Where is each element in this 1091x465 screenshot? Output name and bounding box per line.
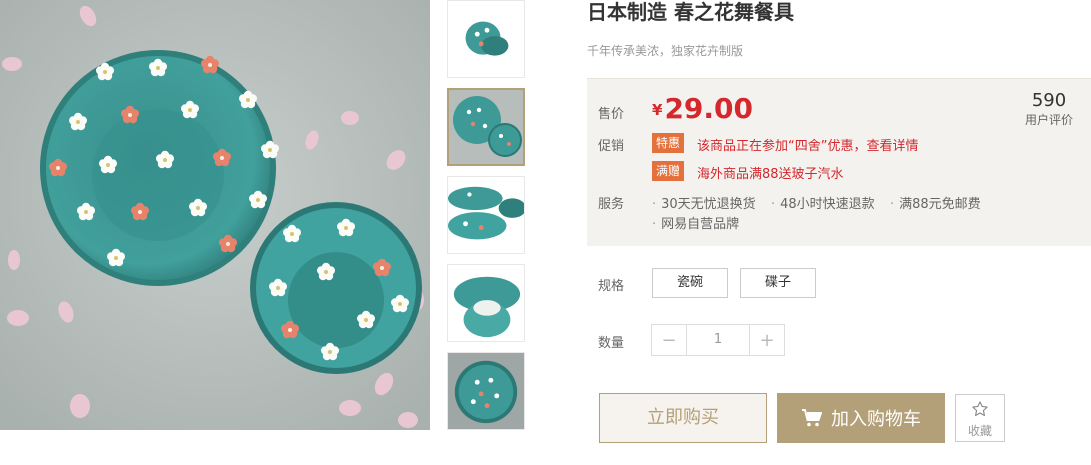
service-item: 网易自营品牌 [652, 213, 739, 232]
quantity-increase-button[interactable]: + [750, 325, 784, 355]
spec-label: 规格 [598, 279, 625, 294]
price-label: 售价 [598, 107, 625, 122]
price-box: 售价 ¥29.00 590 用户评价 促销 特惠 该商品正在参加“四舍”优惠，查… [587, 78, 1091, 246]
add-to-cart-button[interactable]: 加入购物车 [777, 393, 945, 443]
thumbnail-4[interactable] [447, 264, 525, 342]
add-to-cart-label: 加入购物车 [831, 409, 921, 430]
price: ¥29.00 [652, 92, 753, 125]
promo-tag-gift: 满赠 [652, 161, 685, 181]
cart-icon [802, 409, 822, 427]
main-product-image [0, 0, 430, 430]
thumbnail-5[interactable] [447, 352, 525, 430]
price-value: 29.00 [664, 92, 754, 125]
favorite-button[interactable]: 收藏 [955, 394, 1005, 442]
promo-link-gift[interactable]: 海外商品满88送玻子汽水 [697, 163, 844, 182]
quantity-input[interactable]: 1 [686, 325, 750, 355]
product-subtitle: 千年传承美浓，独家花卉制版 [587, 44, 744, 58]
service-item: 48小时快速退款 [771, 193, 875, 212]
favorite-label: 收藏 [967, 424, 992, 438]
star-icon [972, 401, 988, 417]
quantity-decrease-button[interactable]: − [652, 325, 686, 355]
service-item: 满88元免邮费 [890, 193, 981, 212]
product-title: 日本制造 春之花舞餐具 [587, 0, 794, 24]
service-label: 服务 [598, 197, 625, 212]
currency-symbol: ¥ [652, 101, 663, 119]
quantity-label: 数量 [598, 336, 625, 351]
thumbnail-1[interactable] [447, 0, 525, 78]
buy-now-button[interactable]: 立即购买 [599, 393, 767, 443]
thumbnail-3[interactable] [447, 176, 525, 254]
promo-label: 促销 [598, 139, 625, 154]
spec-option-plate[interactable]: 碟子 [740, 268, 816, 298]
quantity-stepper: − 1 + [651, 324, 785, 356]
service-item: 30天无忧退换货 [652, 193, 756, 212]
thumbnail-2[interactable] [447, 88, 525, 166]
review-label: 用户评价 [1024, 113, 1073, 127]
promo-tag-special: 特惠 [652, 133, 685, 153]
spec-option-bowl[interactable]: 瓷碗 [652, 268, 728, 298]
review-count: 590 [1031, 90, 1067, 111]
promo-link-special[interactable]: 该商品正在参加“四舍”优惠，查看详情 [697, 135, 918, 154]
review-summary[interactable]: 590 用户评价 [1019, 90, 1079, 128]
